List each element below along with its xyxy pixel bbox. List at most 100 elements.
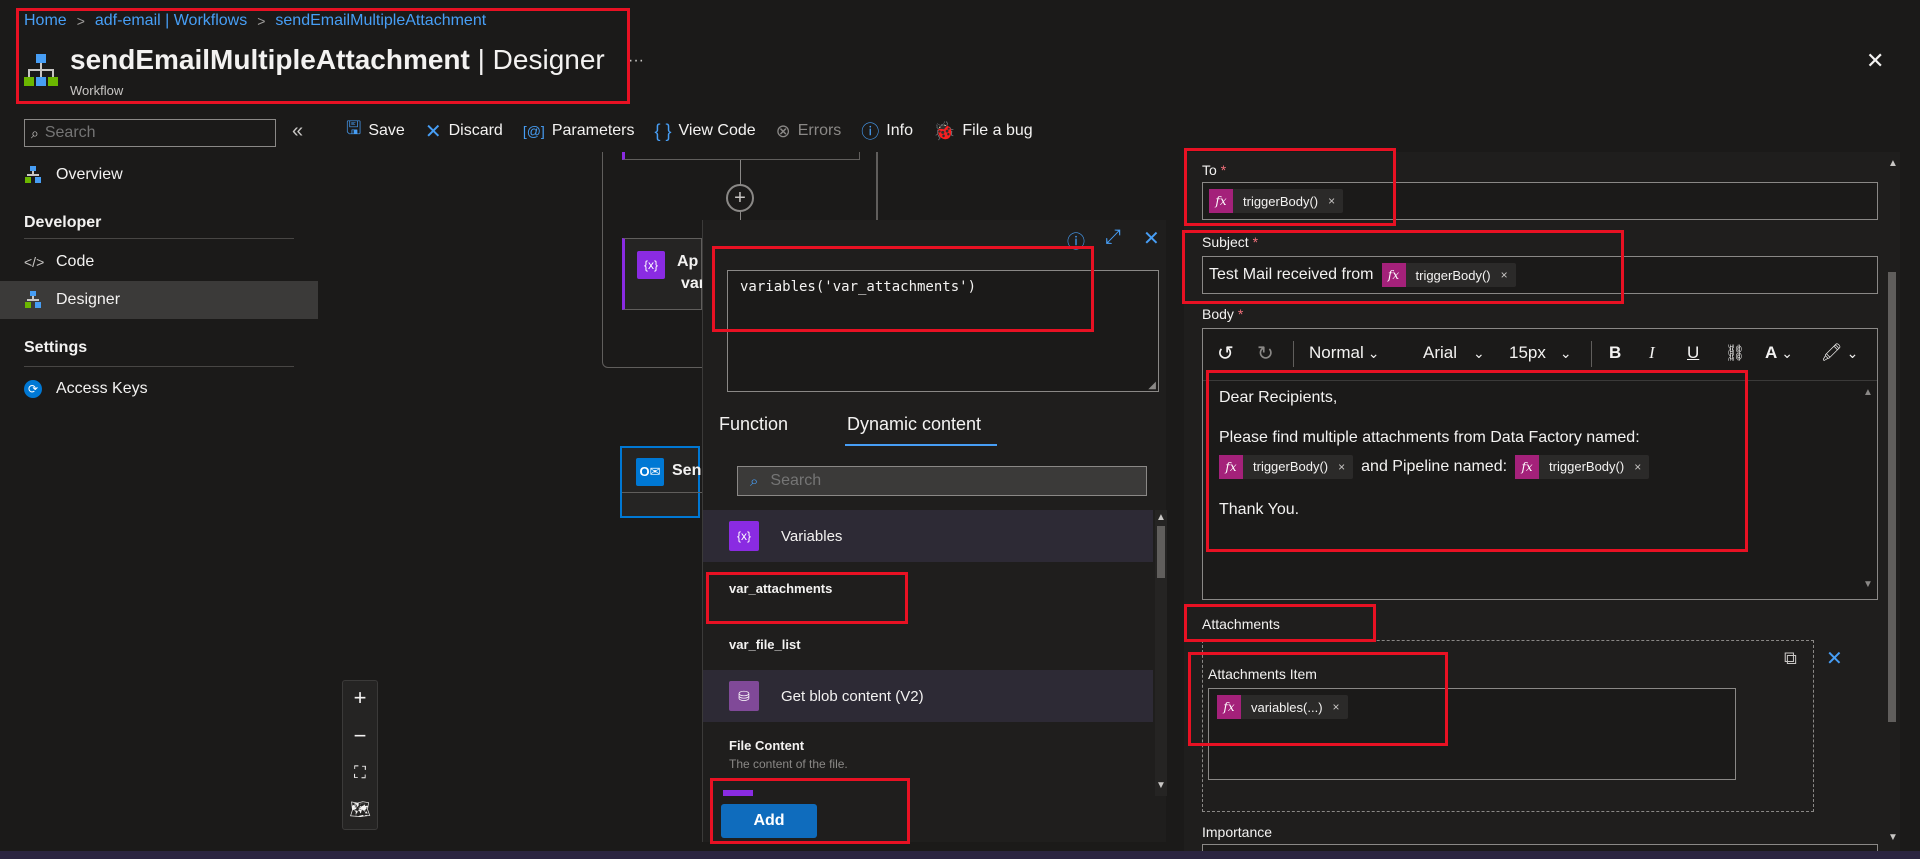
- delete-item-icon[interactable]: ✕: [1826, 646, 1843, 671]
- close-panel-icon[interactable]: ✕: [1143, 226, 1160, 251]
- token-trigger-body[interactable]: fx triggerBody() ×: [1515, 455, 1650, 479]
- sidebar-item-label: Code: [56, 253, 95, 270]
- bottom-bar: [0, 851, 1920, 859]
- braces-icon: { }: [654, 120, 672, 141]
- parameters-button[interactable]: [@] Parameters: [523, 116, 635, 146]
- scroll-down-icon[interactable]: ▼: [1863, 579, 1873, 590]
- remove-token-icon[interactable]: ×: [1634, 456, 1641, 478]
- add-button[interactable]: Add: [721, 804, 817, 838]
- page-title-main: sendEmailMultipleAttachment: [70, 44, 470, 75]
- add-step-icon[interactable]: +: [726, 184, 754, 212]
- tab-dynamic-content[interactable]: Dynamic content: [847, 414, 981, 435]
- breadcrumb-workflow[interactable]: sendEmailMultipleAttachment: [275, 12, 486, 30]
- remove-token-icon[interactable]: ×: [1501, 268, 1508, 282]
- fit-view-button[interactable]: ⛶: [344, 755, 376, 791]
- body-scrollbar[interactable]: ▲ ▼: [1861, 383, 1875, 597]
- dynamic-list-scrollbar[interactable]: ▲ ▼: [1155, 510, 1167, 796]
- remove-token-icon[interactable]: ×: [1333, 700, 1340, 714]
- font-family-dropdown[interactable]: Arial ⌄: [1423, 329, 1485, 377]
- section-developer: Developer: [24, 214, 102, 231]
- group-label: Variables: [781, 527, 843, 545]
- font-size-dropdown[interactable]: 15px ⌄: [1509, 329, 1572, 377]
- remove-token-icon[interactable]: ×: [1328, 194, 1335, 208]
- token-trigger-body[interactable]: fx triggerBody() ×: [1219, 455, 1354, 479]
- token-label: variables(...): [1251, 699, 1323, 715]
- scroll-up-icon[interactable]: ▲: [1156, 512, 1166, 523]
- form-scrollbar[interactable]: ▲ ▼: [1884, 152, 1900, 859]
- file-bug-button[interactable]: 🐞 File a bug: [933, 116, 1033, 146]
- group-get-blob-content[interactable]: ⛁ Get blob content (V2): [703, 670, 1153, 722]
- font-color-button[interactable]: A ⌄: [1765, 329, 1793, 377]
- link-icon[interactable]: ⛓: [1725, 329, 1745, 377]
- body-rich-text-editor[interactable]: ↺ ↻ Normal ⌄ Arial ⌄ 15px ⌄ B I U ⛓ A ⌄ 🖍 ⌄ D…: [1202, 328, 1878, 600]
- chevron-down-icon: ⌄: [1367, 344, 1380, 361]
- scroll-down-icon[interactable]: ▼: [1888, 832, 1898, 843]
- info-icon[interactable]: ⓘ: [1067, 228, 1085, 254]
- more-options-icon[interactable]: ···: [628, 52, 644, 70]
- sidebar-item-overview[interactable]: Overview: [0, 156, 318, 194]
- attachments-item-field[interactable]: fx variables(...) ×: [1208, 688, 1736, 780]
- list-item-var-attachments[interactable]: var_attachments: [703, 562, 1153, 614]
- close-icon[interactable]: ✕: [1866, 48, 1884, 74]
- redo-icon[interactable]: ↻: [1257, 329, 1274, 377]
- collapse-sidebar-icon[interactable]: «: [292, 120, 303, 143]
- required-mark: *: [1237, 306, 1244, 322]
- resize-handle-icon[interactable]: ◢: [1148, 380, 1156, 391]
- switch-to-array-icon[interactable]: ⧉: [1784, 648, 1797, 669]
- dynamic-search[interactable]: ⌕: [737, 466, 1147, 496]
- blob-storage-icon: ⛁: [729, 681, 759, 711]
- sidebar-search[interactable]: ⌕: [24, 119, 276, 147]
- sidebar-item-label: Designer: [56, 291, 121, 308]
- search-icon: ⌕: [750, 472, 759, 490]
- token-variables[interactable]: fx variables(...) ×: [1217, 695, 1348, 719]
- action-card-append[interactable]: {x} Ap var: [622, 238, 705, 310]
- block-style-dropdown[interactable]: Normal ⌄: [1309, 329, 1380, 377]
- highlight-color-icon[interactable]: 🖍 ⌄: [1821, 329, 1858, 377]
- sidebar-search-input[interactable]: [44, 124, 265, 142]
- undo-icon[interactable]: ↺: [1217, 329, 1234, 377]
- token-trigger-body[interactable]: fx triggerBody() ×: [1381, 263, 1516, 287]
- action-card-send-email[interactable]: O✉ Sen: [620, 446, 702, 518]
- sidebar-item-designer[interactable]: Designer: [0, 281, 318, 319]
- save-button[interactable]: 🖫 Save: [346, 116, 405, 146]
- tab-function[interactable]: Function: [719, 414, 788, 435]
- to-field[interactable]: fx triggerBody() ×: [1202, 182, 1878, 220]
- dynamic-search-input[interactable]: [770, 472, 1111, 490]
- minimap-button[interactable]: 🗺: [344, 792, 376, 828]
- breadcrumb-workflows[interactable]: adf-email | Workflows: [95, 12, 247, 30]
- list-item-file-content[interactable]: File Content The content of the file.: [703, 722, 1153, 778]
- body-content[interactable]: Dear Recipients, Please find multiple at…: [1219, 383, 1849, 521]
- scroll-up-icon[interactable]: ▲: [1888, 158, 1898, 169]
- token-trigger-body[interactable]: fx triggerBody() ×: [1209, 189, 1344, 213]
- underline-button[interactable]: U: [1687, 329, 1699, 377]
- scroll-thumb[interactable]: [1157, 526, 1165, 578]
- zoom-out-button[interactable]: −: [344, 718, 376, 754]
- divider: [1293, 341, 1294, 367]
- action-card-top[interactable]: [622, 152, 860, 160]
- body-line: Please find multiple attachments from Da…: [1219, 429, 1640, 446]
- remove-token-icon[interactable]: ×: [1338, 456, 1345, 478]
- expression-panel: ⓘ ⤢ ✕ variables('var_attachments') ◢ Fun…: [702, 220, 1167, 842]
- search-icon: ⌕: [31, 124, 39, 141]
- list-item-var-file-list[interactable]: var_file_list: [703, 618, 1153, 670]
- scroll-thumb[interactable]: [1888, 272, 1896, 722]
- view-code-button[interactable]: { } View Code: [655, 116, 756, 146]
- errors-button[interactable]: ⊗ Errors: [776, 116, 842, 146]
- expression-editor[interactable]: variables('var_attachments') ◢: [727, 270, 1159, 392]
- discard-button[interactable]: ✕ Discard: [425, 116, 503, 146]
- scroll-up-icon[interactable]: ▲: [1863, 387, 1873, 398]
- divider: [24, 366, 294, 367]
- action-form-panel: To * fx triggerBody() × Subject * Test Mai…: [1184, 152, 1900, 859]
- group-variables[interactable]: {x} Variables: [703, 510, 1153, 562]
- sidebar-item-code[interactable]: </> Code: [0, 243, 318, 281]
- bold-button[interactable]: B: [1609, 329, 1621, 377]
- dynamic-list: {x} Variables var_attachments var_file_l…: [703, 510, 1153, 796]
- info-button[interactable]: ⓘ Info: [861, 116, 913, 146]
- scroll-down-icon[interactable]: ▼: [1156, 780, 1166, 791]
- italic-button[interactable]: I: [1649, 329, 1655, 377]
- sidebar-item-access-keys[interactable]: ⟳ Access Keys: [0, 370, 318, 408]
- expand-icon[interactable]: ⤢: [1105, 226, 1121, 249]
- zoom-in-button[interactable]: +: [344, 680, 376, 716]
- breadcrumb-home[interactable]: Home: [24, 12, 67, 30]
- subject-field[interactable]: Test Mail received from fx triggerBody() ×: [1202, 256, 1878, 294]
